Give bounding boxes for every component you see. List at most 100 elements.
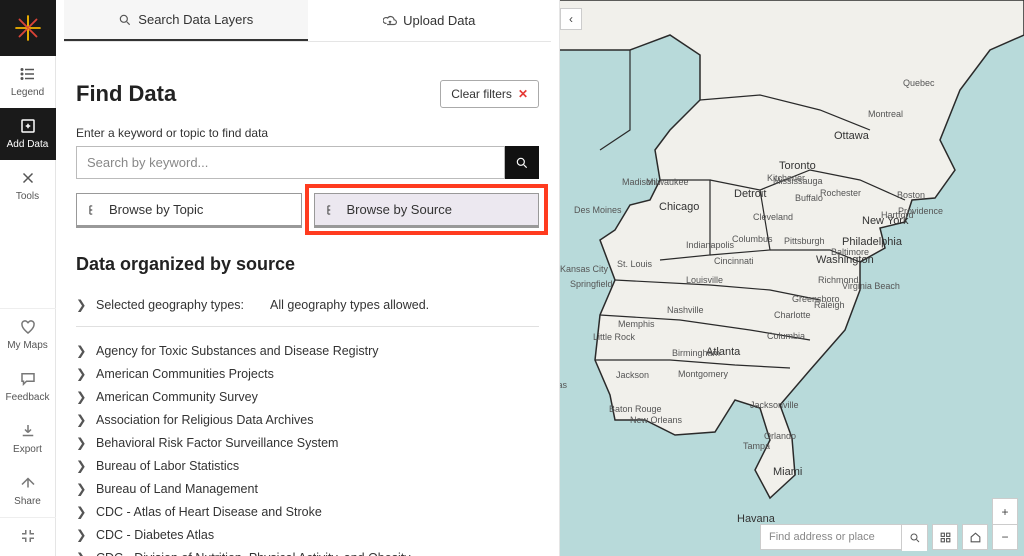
home-icon <box>969 531 982 544</box>
source-list: ❯ Agency for Toxic Substances and Disease… <box>76 339 539 556</box>
chevron-right-icon: ❯ <box>76 412 86 427</box>
source-item[interactable]: ❯Behavioral Risk Factor Surveillance Sys… <box>76 431 539 454</box>
map-address-search-button[interactable] <box>901 525 927 551</box>
keyword-input[interactable] <box>76 146 505 179</box>
source-item-label: CDC - Atlas of Heart Disease and Stroke <box>96 505 322 519</box>
source-item-label: Behavioral Risk Factor Surveillance Syst… <box>96 436 338 450</box>
source-item-label: Agency for Toxic Substances and Disease … <box>96 344 379 358</box>
close-icon: ✕ <box>518 87 528 101</box>
map-place-label: St. Louis <box>617 259 652 269</box>
search-icon <box>515 156 529 170</box>
map-place-label: Rochester <box>820 188 861 198</box>
tree-icon <box>87 203 101 217</box>
rail-my-maps[interactable]: My Maps <box>0 309 56 361</box>
rail-export-label: Export <box>13 445 42 455</box>
search-icon <box>909 532 921 544</box>
page-title: Find Data <box>76 81 176 107</box>
keyword-search-button[interactable] <box>505 146 539 179</box>
map-place-label: Hartford <box>881 210 914 220</box>
rail-feedback[interactable]: Feedback <box>0 361 56 413</box>
clear-filters-button[interactable]: Clear filters ✕ <box>440 80 539 108</box>
map-place-label: Miami <box>773 466 802 478</box>
browse-by-topic-button[interactable]: Browse by Topic <box>76 193 302 226</box>
browse-topic-label: Browse by Topic <box>109 202 203 217</box>
source-item[interactable]: ❯Bureau of Land Management <box>76 477 539 500</box>
source-item[interactable]: ❯ Agency for Toxic Substances and Disease… <box>76 339 539 362</box>
home-extent-button[interactable] <box>962 524 988 550</box>
rail-add-data[interactable]: Add Data <box>0 108 56 160</box>
plus-icon: + <box>1001 505 1008 519</box>
keyword-label: Enter a keyword or topic to find data <box>76 126 539 140</box>
rail-export[interactable]: Export <box>0 413 56 465</box>
map-place-label: Tampa <box>743 441 770 451</box>
rail-legend-label: Legend <box>11 88 44 98</box>
map-place-label: Ottawa <box>834 130 869 142</box>
rail-share-label: Share <box>14 497 41 507</box>
chevron-left-icon: ‹ <box>569 12 573 26</box>
map-place-label: Birmingham <box>672 348 720 358</box>
rail-feedback-label: Feedback <box>6 393 50 403</box>
rail-share[interactable]: Share <box>0 465 56 517</box>
map-place-label: Quebec <box>903 78 935 88</box>
tab-upload-label: Upload Data <box>403 13 475 28</box>
grid-icon <box>939 531 952 544</box>
source-item[interactable]: ❯ CDC - Atlas of Heart Disease and Stroke <box>76 500 539 523</box>
map-place-label: Kansas City <box>560 264 608 274</box>
map-place-label: Richmond <box>818 275 859 285</box>
source-item[interactable]: ❯Association for Religious Data Archives <box>76 408 539 431</box>
tree-icon <box>325 203 339 217</box>
rail-legend[interactable]: Legend <box>0 56 56 108</box>
map-place-label: Boston <box>897 190 925 200</box>
source-item-label: Bureau of Labor Statistics <box>96 459 239 473</box>
zoom-out-button[interactable]: − <box>992 524 1018 550</box>
rail-collapse[interactable] <box>0 518 56 556</box>
map-place-label: Madison <box>622 177 656 187</box>
source-item[interactable]: ❯American Communities Projects <box>76 362 539 385</box>
rail-add-data-label: Add Data <box>7 140 49 150</box>
map-place-label: Jackson <box>616 370 649 380</box>
chevron-right-icon: ❯ <box>76 504 86 519</box>
map-place-label: Pittsburgh <box>784 236 825 246</box>
source-item-label: CDC - Division of Nutrition, Physical Ac… <box>96 551 410 556</box>
browse-source-label: Browse by Source <box>347 202 453 217</box>
tab-search-layers[interactable]: Search Data Layers <box>64 0 308 41</box>
source-item[interactable]: ❯ CDC - Division of Nutrition, Physical A… <box>76 546 539 556</box>
map-place-label: Columbus <box>732 234 773 244</box>
geo-label: Selected geography types: <box>96 298 244 312</box>
browse-by-source-button[interactable]: Browse by Source <box>314 193 540 226</box>
geography-filter-row[interactable]: ❯ Selected geography types: All geograph… <box>76 291 539 326</box>
basemap-button[interactable] <box>932 524 958 550</box>
map-collapse-button[interactable]: ‹ <box>560 8 582 30</box>
source-item-label: American Community Survey <box>96 390 258 404</box>
chevron-right-icon: ❯ <box>76 343 86 358</box>
map-address-input[interactable] <box>761 525 901 549</box>
legend-icon <box>18 64 38 84</box>
map-place-label: Baton Rouge <box>609 404 662 414</box>
minus-icon: − <box>1001 530 1008 544</box>
geo-value: All geography types allowed. <box>270 298 429 312</box>
map-canvas[interactable]: OttawaTorontoDetroitChicagoNew YorkPhila… <box>560 0 1024 556</box>
chevron-right-icon: ❯ <box>76 297 86 312</box>
chevron-right-icon: ❯ <box>76 458 86 473</box>
map-place-label: Chicago <box>659 201 699 213</box>
chat-icon <box>18 369 38 389</box>
chevron-right-icon: ❯ <box>76 527 86 542</box>
map-place-label: Cincinnati <box>714 256 754 266</box>
rail-my-maps-label: My Maps <box>7 341 48 351</box>
source-item[interactable]: ❯ Bureau of Labor Statistics <box>76 454 539 477</box>
chevron-right-icon: ❯ <box>76 389 86 404</box>
search-icon <box>118 13 132 27</box>
chevron-right-icon: ❯ <box>76 481 86 496</box>
source-item[interactable]: ❯CDC - Diabetes Atlas <box>76 523 539 546</box>
app-logo[interactable] <box>0 0 56 56</box>
download-icon <box>18 421 38 441</box>
divider <box>76 326 539 327</box>
map-place-label: Memphis <box>618 319 655 329</box>
section-title: Data organized by source <box>76 254 539 275</box>
zoom-in-button[interactable]: + <box>992 498 1018 524</box>
map-place-label: Cleveland <box>753 212 793 222</box>
source-item[interactable]: ❯ American Community Survey <box>76 385 539 408</box>
rail-tools[interactable]: Tools <box>0 160 56 212</box>
chevron-right-icon: ❯ <box>76 550 86 556</box>
tab-upload-data[interactable]: Upload Data <box>308 0 552 41</box>
